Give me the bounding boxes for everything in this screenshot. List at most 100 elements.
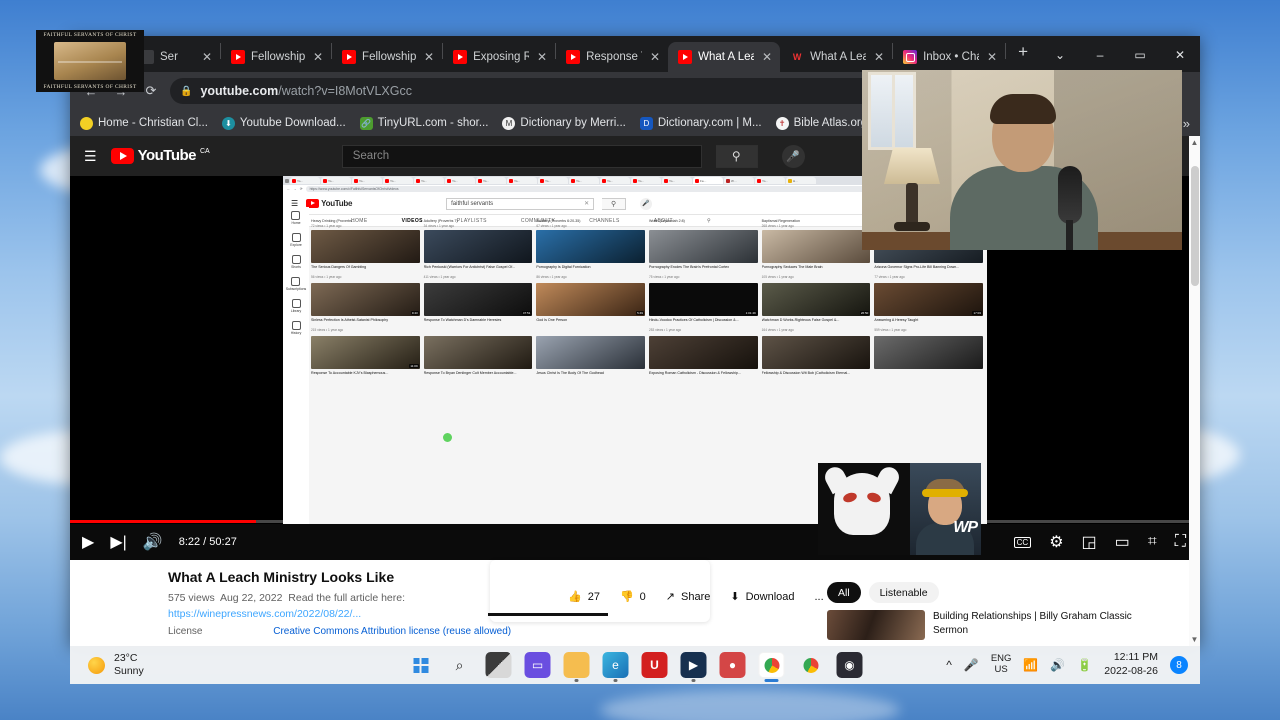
microphone-icon[interactable]: 🎤	[781, 144, 805, 168]
bookmark-item[interactable]: ⬇ Youtube Download...	[221, 116, 346, 130]
clock[interactable]: 12:11 PM 2022-08-26	[1104, 651, 1158, 678]
address-bar[interactable]: 🔒 youtube.com/watch?v=I8MotVLXGcc share-…	[170, 78, 940, 104]
nested-video-card[interactable]: The Serious Dangers Of Gambling 56 views …	[311, 230, 420, 279]
battery-icon[interactable]: 🔋	[1077, 658, 1092, 672]
nested-tab[interactable]: Yo…	[569, 177, 599, 184]
maximize-button[interactable]: ▭	[1120, 40, 1160, 70]
sidebar-item-explore[interactable]: Explore	[290, 233, 302, 247]
nested-tab[interactable]: Yo…	[476, 177, 506, 184]
close-icon[interactable]: ✕	[311, 50, 323, 64]
weather-widget[interactable]: 23°C Sunny	[70, 652, 144, 678]
more-actions-button[interactable]: ...	[815, 591, 824, 603]
nested-video-title[interactable]: Wrath (Zephaniah 2:8)	[649, 219, 758, 228]
nested-search-button[interactable]: ⚲	[602, 197, 627, 210]
nested-video-card[interactable]: Pornography Seduces The Male Brain 105 vi…	[761, 230, 871, 279]
clear-x-icon[interactable]: ✕	[584, 200, 589, 207]
notification-badge[interactable]: 8	[1170, 656, 1188, 674]
nested-forward-icon[interactable]: →	[293, 187, 296, 191]
nested-tab[interactable]: Yo…	[507, 177, 537, 184]
bookmark-item[interactable]: 🔗 TinyURL.com - shor...	[359, 116, 488, 130]
chat-teams-icon[interactable]: ▭	[524, 652, 551, 678]
chip-listenable[interactable]: Listenable	[868, 582, 939, 603]
chip-all[interactable]: All	[827, 582, 861, 603]
search-button[interactable]: ⚲	[715, 144, 758, 168]
like-button[interactable]: 👍 27	[568, 590, 600, 604]
sidebar-item-history[interactable]: History	[291, 321, 301, 335]
description-link[interactable]: https://winepressnews.com/2022/08/22/...	[168, 608, 361, 620]
sidebar-item-library[interactable]: Library	[291, 299, 301, 313]
red-u-app-icon[interactable]: U	[641, 652, 668, 678]
nested-tab[interactable]: Yo…	[383, 177, 413, 184]
nested-video-card[interactable]: Exposing Roman Catholicism - Discussion …	[648, 336, 758, 381]
browser-tab-6[interactable]: W What A Lea ✕	[780, 42, 892, 72]
close-icon[interactable]: ✕	[985, 50, 997, 64]
microphone-icon[interactable]: 🎤	[964, 658, 979, 672]
close-icon[interactable]: ✕	[648, 50, 660, 64]
page-scrollbar[interactable]: ▲ ▼	[1189, 136, 1200, 646]
nested-video-title[interactable]: Baptismal Regeneration 268 views • 1 year…	[762, 219, 871, 228]
download-button[interactable]: ⬇ Download	[730, 590, 794, 604]
bookmark-item[interactable]: M Dictionary by Merri...	[502, 116, 626, 130]
nested-tab[interactable]: Yo…	[755, 177, 785, 184]
scrollbar-thumb[interactable]	[1191, 166, 1199, 286]
bookmark-item[interactable]: Home - Christian Cl...	[80, 116, 208, 130]
nested-video-card[interactable]: 17:03 Answering A Heresy Taught 559 views …	[874, 283, 983, 332]
search-input[interactable]: Search	[341, 144, 702, 168]
nested-tab-active[interactable]: Fa…	[693, 177, 723, 184]
browser-tab-5-active[interactable]: What A Lea ✕	[668, 42, 781, 72]
settings-gear-icon[interactable]: ⚙	[1049, 532, 1063, 552]
browser-tab-3[interactable]: Exposing R ✕	[443, 42, 555, 72]
chrome-add-icon[interactable]	[798, 652, 824, 678]
play-icon[interactable]: ▶	[82, 532, 94, 552]
nested-tab[interactable]: W…	[724, 177, 754, 184]
nested-video-card[interactable]: Pornography Erodes The Brain's Prefronta…	[648, 230, 758, 279]
nested-video-title[interactable]: Adultery (Proverbs 6:20-35) 67 views • 1 …	[536, 219, 645, 228]
scroll-up-icon[interactable]: ▲	[1190, 138, 1199, 147]
new-tab-button[interactable]: +	[1006, 42, 1040, 66]
nested-video-title[interactable]: Heavy Drinking (Proverbs... 72 views • 1 …	[311, 219, 420, 228]
scroll-down-icon[interactable]: ▼	[1190, 635, 1199, 644]
share-button[interactable]: ↗ Share	[666, 590, 711, 604]
nested-video-card[interactable]: 26:50 Watchman D Works-Righteous False Go…	[761, 283, 871, 332]
captions-icon[interactable]: CC	[1013, 536, 1032, 548]
close-icon[interactable]: ✕	[535, 50, 547, 64]
youtube-logo[interactable]: YouTube CA	[110, 148, 210, 164]
browser-tab-1[interactable]: Fellowship ✕	[221, 42, 331, 72]
nested-tab[interactable]: Yo…	[662, 177, 692, 184]
nested-video-title[interactable]: Adultery (Proverbs 7) 34 views • 1 year a…	[424, 219, 533, 228]
nested-tab[interactable]: Yo…	[321, 177, 351, 184]
next-track-icon[interactable]: ▶|	[110, 532, 126, 552]
hamburger-menu-icon[interactable]: ☰	[84, 149, 97, 163]
bookmarks-overflow-icon[interactable]: »	[1183, 116, 1190, 131]
nested-tab[interactable]: Yo…	[352, 177, 382, 184]
recorder-app-icon[interactable]: ●	[719, 652, 746, 678]
chrome-browser-icon[interactable]	[758, 652, 785, 682]
nested-tab[interactable]: Yo…	[445, 177, 475, 184]
sidebar-item-subscriptions[interactable]: Subscriptions	[286, 277, 306, 291]
wifi-icon[interactable]: 📶	[1023, 658, 1038, 672]
nested-reload-icon[interactable]: ⟳	[300, 187, 303, 191]
youtube-logo[interactable]: YouTube	[306, 199, 352, 208]
media-player-icon[interactable]: ▶	[680, 652, 707, 682]
nested-tab[interactable]: Yo…	[631, 177, 661, 184]
nested-video-card[interactable]: Pornography Is Digital Fornication 86 vie…	[536, 230, 645, 279]
minimize-button[interactable]: –	[1080, 40, 1120, 70]
volume-icon[interactable]: 🔊	[143, 532, 163, 552]
close-icon[interactable]: ✕	[422, 50, 434, 64]
browser-tab-4[interactable]: Response T ✕	[556, 42, 668, 72]
close-icon[interactable]: ✕	[760, 50, 772, 64]
nested-video-card[interactable]: Response To Bryan Denlinger Cult Member …	[423, 336, 533, 381]
nested-tab[interactable]: Yo…	[538, 177, 568, 184]
nested-video-card[interactable]: Jesus Christ Is The Body Of The Godhead	[536, 336, 645, 381]
nested-video-card[interactable]: 11:09 Response To Accountable KJV's Blasp…	[311, 336, 420, 381]
search-icon[interactable]: ⌕	[447, 652, 473, 678]
suggested-video-item[interactable]: Building Relationships | Billy Graham Cl…	[827, 610, 1167, 640]
nested-tab[interactable]: Yo…	[290, 177, 320, 184]
task-view-icon[interactable]	[485, 652, 512, 678]
tray-chevron-icon[interactable]: ^	[946, 658, 952, 672]
nested-video-card[interactable]: Fellowship & Discussion Wit Bob (Catholi…	[761, 336, 871, 381]
nested-video-card[interactable]: 9:43 Sinless Perfection Is Atheist-Satani…	[311, 283, 420, 332]
close-icon[interactable]: ✕	[200, 50, 212, 64]
nested-video-card[interactable]	[874, 336, 983, 381]
nested-video-card[interactable]: 1:01:49 Hindu-Voodoo Practices Of Catholi…	[648, 283, 758, 332]
